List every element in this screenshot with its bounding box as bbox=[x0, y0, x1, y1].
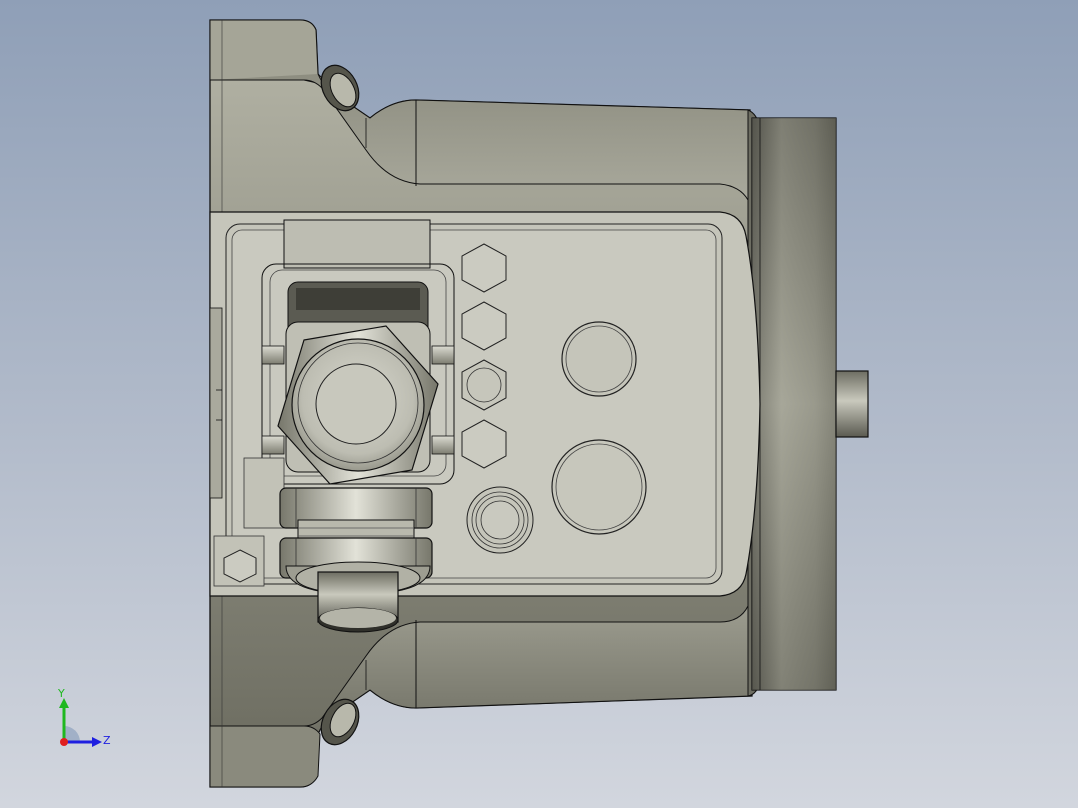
z-axis-label: Z bbox=[103, 734, 111, 747]
cad-part-model[interactable] bbox=[0, 0, 1078, 808]
z-axis-arrow bbox=[92, 737, 102, 747]
output-shaft[interactable] bbox=[835, 370, 869, 438]
knockout-circle-lower bbox=[551, 439, 647, 535]
knockout-ring bbox=[466, 486, 534, 554]
gland-stem[interactable] bbox=[317, 571, 399, 633]
graphics-viewport[interactable]: Y Z bbox=[0, 0, 1078, 808]
knockout-circle-upper bbox=[561, 321, 637, 397]
x-axis-dot bbox=[60, 738, 68, 746]
axis-triad: Y Z bbox=[57, 687, 111, 747]
motor-flange[interactable] bbox=[747, 109, 837, 697]
y-axis-label: Y bbox=[57, 687, 65, 700]
